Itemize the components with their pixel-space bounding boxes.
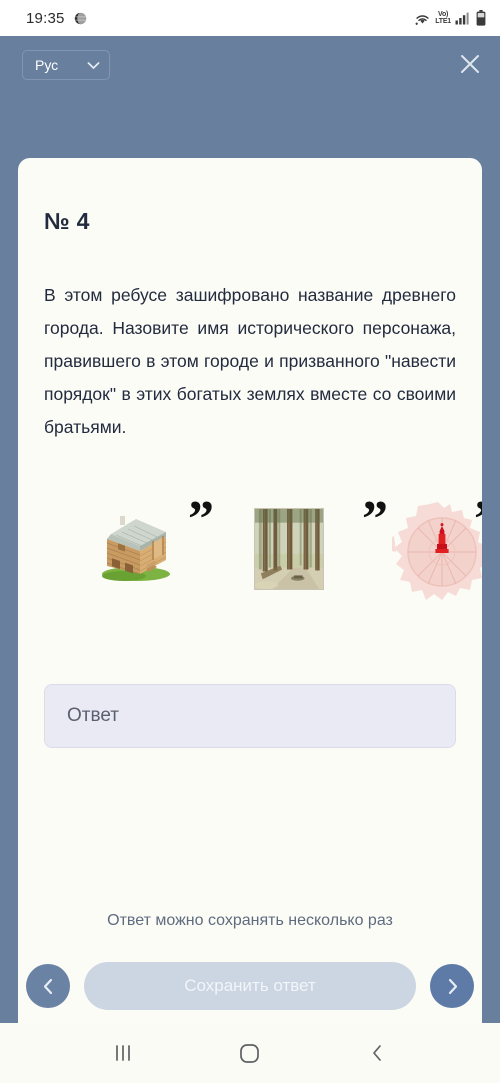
question-text: В этом ребусе зашифровано название древн… — [44, 285, 456, 437]
back-button[interactable] — [349, 1025, 405, 1081]
back-icon — [369, 1043, 385, 1063]
save-answer-button[interactable]: Сохранить ответ — [84, 962, 416, 1010]
home-icon — [239, 1043, 260, 1064]
recents-button[interactable] — [95, 1025, 151, 1081]
app-header: Рус — [0, 36, 500, 158]
home-button[interactable] — [222, 1025, 278, 1081]
rebus-row: ” ” — [44, 488, 482, 618]
status-time: 19:35 — [26, 9, 65, 27]
globe-icon — [74, 12, 87, 25]
chevron-right-icon — [444, 978, 461, 995]
page-title: № 4 — [44, 208, 90, 234]
status-bar-left: 19:35 — [26, 10, 87, 27]
previous-task-button[interactable] — [26, 964, 70, 1008]
volte-top-label: Vo) — [438, 11, 449, 18]
language-selector[interactable]: Рус — [22, 50, 110, 80]
volte-bottom-label: LTE1 — [435, 18, 451, 25]
log-house-image — [94, 510, 176, 582]
chevron-down-icon — [87, 61, 100, 70]
recents-icon — [112, 1044, 134, 1062]
chevron-left-icon — [40, 978, 57, 995]
android-navigation-bar — [0, 1023, 500, 1083]
volte-icon: Vo) LTE1 — [435, 11, 451, 25]
status-bar: 19:35 Vo) LTE1 — [0, 0, 500, 36]
forest-painting-image — [254, 508, 324, 590]
wifi-icon — [414, 11, 431, 26]
signal-icon — [455, 12, 469, 25]
next-task-button[interactable] — [430, 964, 474, 1008]
footer-navigation: Сохранить ответ — [26, 960, 474, 1012]
apostrophe-marks-3: ” — [474, 494, 482, 546]
close-icon — [459, 53, 481, 75]
battery-icon — [473, 10, 486, 26]
answer-input[interactable] — [44, 684, 456, 748]
save-hint-text: Ответ можно сохранять несколько раз — [107, 912, 393, 929]
language-selector-label: Рус — [35, 57, 59, 73]
apostrophe-marks-2: ” — [362, 491, 388, 548]
task-card: № 4 В этом ребусе зашифровано название д… — [18, 158, 482, 1023]
moscow-map-image — [392, 500, 482, 604]
close-button[interactable] — [450, 44, 490, 84]
status-bar-right: Vo) LTE1 — [414, 10, 486, 26]
apostrophe-marks-1: ” — [188, 491, 214, 548]
